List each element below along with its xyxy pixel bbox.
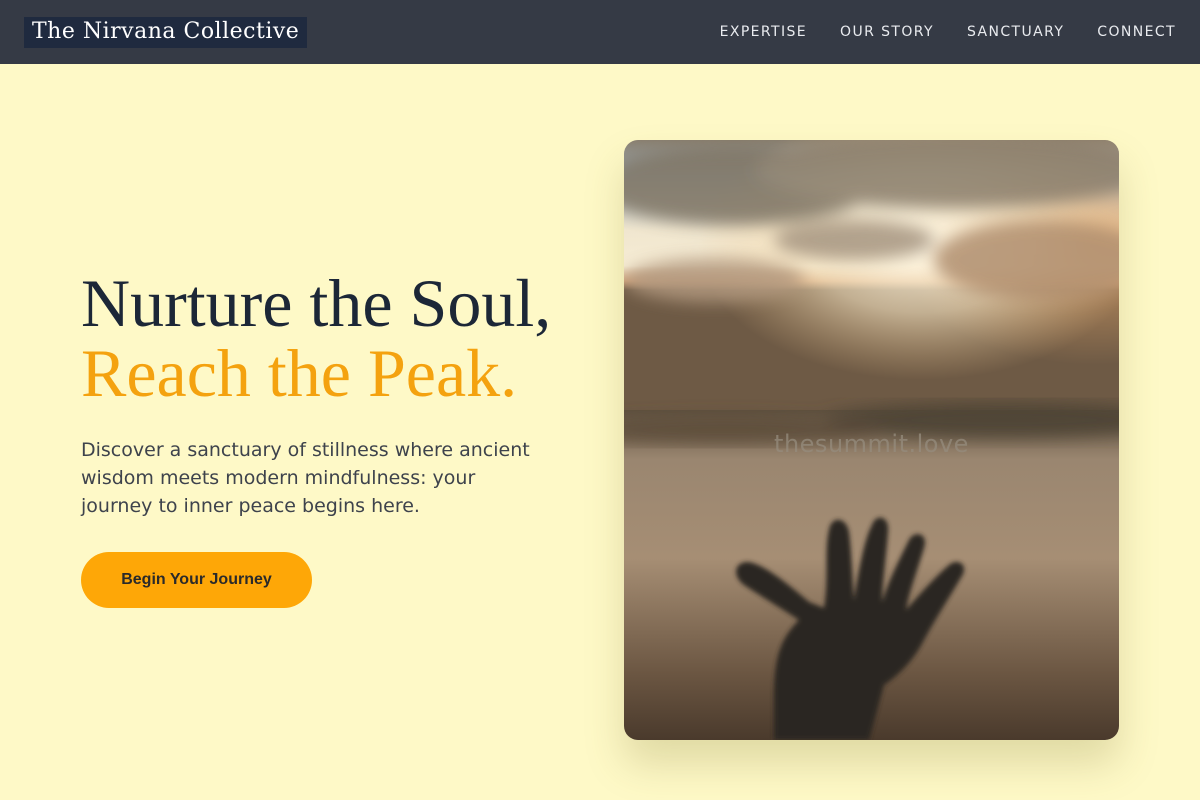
nav-link-our-story[interactable]: OUR STORY xyxy=(840,24,934,40)
headline-line-2: Reach the Peak. xyxy=(81,335,518,411)
main-nav: EXPERTISE OUR STORY SANCTUARY CONNECT xyxy=(687,24,1176,40)
nav-link-expertise[interactable]: EXPERTISE xyxy=(720,24,807,40)
hero-section: Nurture the Soul, Reach the Peak. Discov… xyxy=(81,268,601,608)
hero-lead-text: Discover a sanctuary of stillness where … xyxy=(81,439,530,517)
hero-headline: Nurture the Soul, Reach the Peak. xyxy=(81,268,601,408)
site-header: The Nirvana Collective EXPERTISE OUR STO… xyxy=(0,0,1200,64)
brand-logo[interactable]: The Nirvana Collective xyxy=(24,16,308,48)
photo-watermark: thesummit.love xyxy=(774,430,969,458)
begin-journey-button[interactable]: Begin Your Journey xyxy=(81,552,312,608)
hero-photo: thesummit.love xyxy=(624,140,1119,740)
headline-line-1: Nurture the Soul, xyxy=(81,265,552,341)
nav-link-connect[interactable]: CONNECT xyxy=(1097,24,1176,40)
nav-link-sanctuary[interactable]: SANCTUARY xyxy=(967,24,1064,40)
